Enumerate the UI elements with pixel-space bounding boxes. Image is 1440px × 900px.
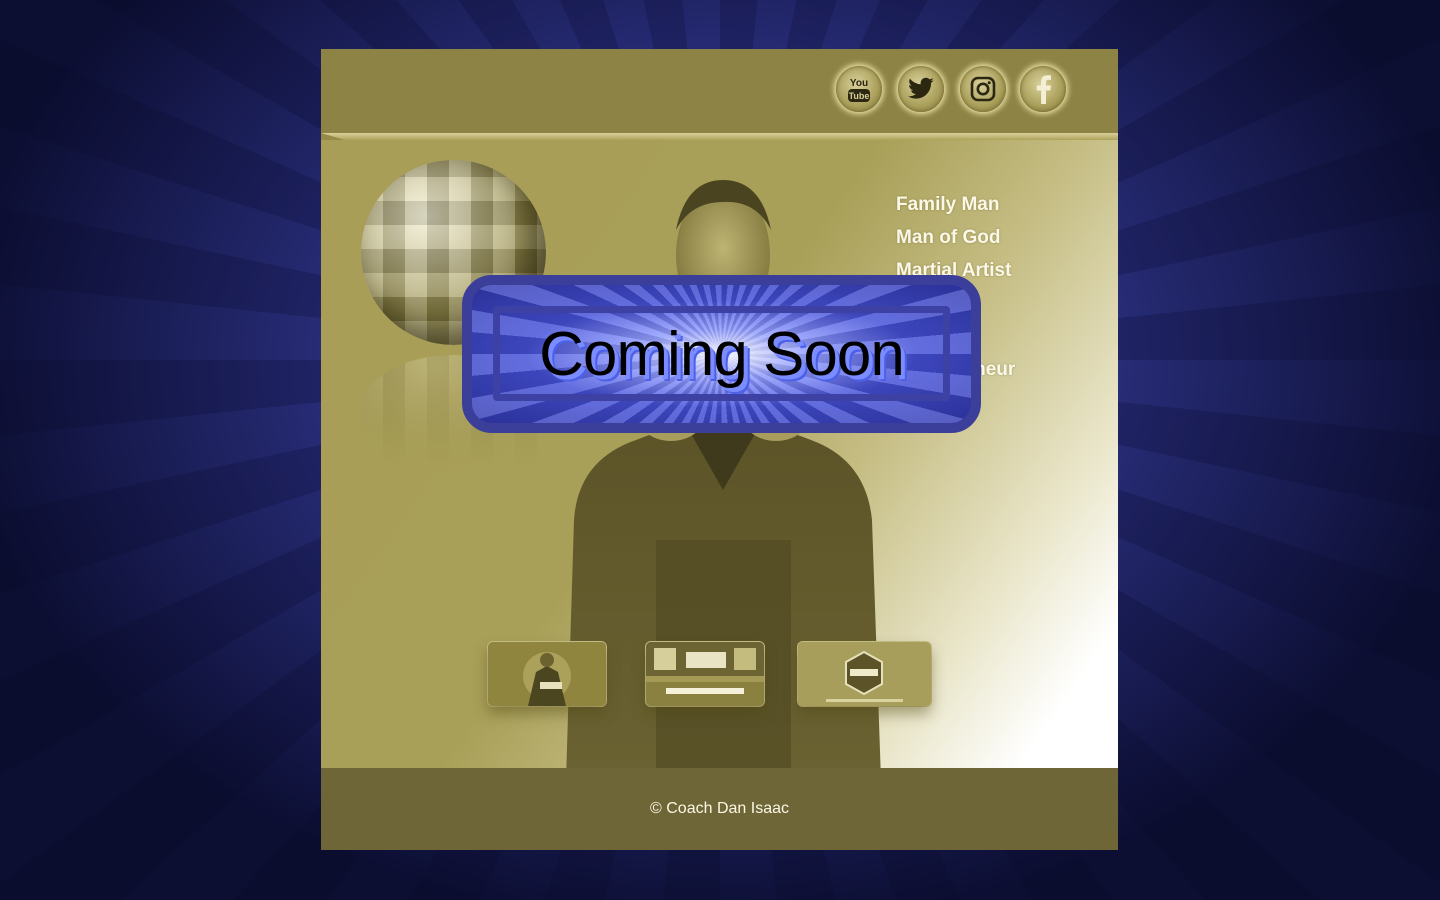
header-divider <box>321 133 1118 140</box>
twitter-icon <box>908 77 934 99</box>
svg-text:Tube: Tube <box>849 91 870 101</box>
site-panel: You Tube Family Man Man of God Martial A… <box>321 49 1118 850</box>
copyright-text: © Coach Dan Isaac <box>650 800 789 817</box>
coming-soon-text: Coming Soon <box>539 319 905 389</box>
project-thumbnail-1[interactable] <box>488 642 606 706</box>
youtube-icon: You Tube <box>848 78 870 102</box>
twitter-link[interactable] <box>898 66 944 112</box>
project-thumbnail-2[interactable] <box>646 642 764 706</box>
facebook-link[interactable] <box>1020 66 1066 112</box>
hero-section: Family Man Man of God Martial Artist Pio… <box>321 140 1118 768</box>
role-item: Family Man <box>896 194 1000 215</box>
site-header: You Tube <box>321 49 1118 133</box>
coming-soon-overlay: Coming Soon <box>462 275 981 433</box>
instagram-icon <box>970 76 996 102</box>
facebook-icon <box>1036 75 1051 104</box>
svg-text:You: You <box>850 78 868 89</box>
role-item: Man of God <box>896 227 1001 248</box>
youtube-link[interactable]: You Tube <box>836 66 882 112</box>
instagram-link[interactable] <box>960 66 1006 112</box>
site-footer: © Coach Dan Isaac <box>321 768 1118 850</box>
project-thumbnail-3[interactable] <box>798 642 931 706</box>
